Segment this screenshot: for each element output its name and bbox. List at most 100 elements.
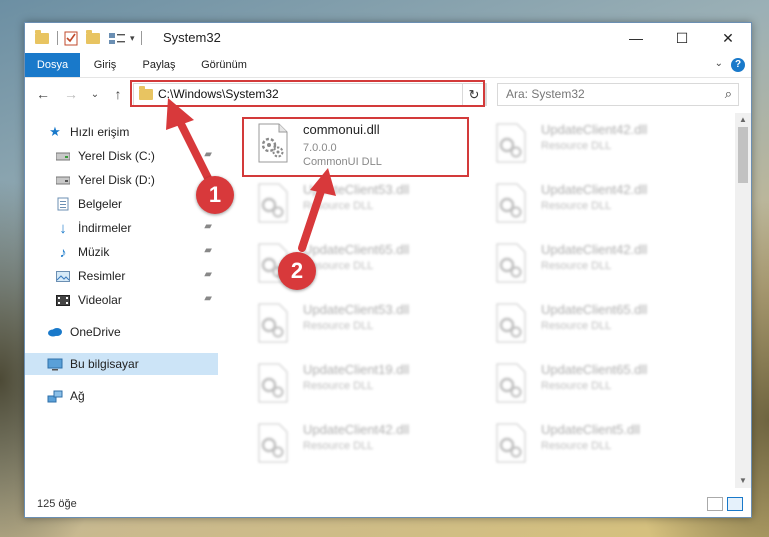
maximize-button[interactable]: ☐ [659, 23, 705, 53]
search-placeholder: Ara: System32 [506, 87, 585, 101]
file-tile[interactable]: UpdateClient19.dll Resource DLL [235, 355, 461, 409]
file-tile[interactable]: UpdateClient65.dll Resource DLL [235, 235, 461, 289]
step-callout-2: 2 [278, 252, 316, 290]
ribbon-tabs: Dosya Giriş Paylaş Görünüm ⌄ ? [25, 53, 751, 78]
tiles-view-icon[interactable] [727, 497, 743, 511]
sidebar-item-documents[interactable]: Belgeler ▰ [25, 193, 218, 215]
pin-icon[interactable]: ▰ [204, 293, 212, 304]
file-tile[interactable]: UpdateClient42.dll Resource DLL [473, 175, 699, 229]
quick-access-toolbar: ▾ [35, 29, 142, 47]
minimize-button[interactable]: — [613, 23, 659, 53]
file-tile[interactable]: UpdateClient42.dll Resource DLL [235, 415, 461, 469]
address-highlight-box [130, 80, 485, 107]
sidebar-item-label: Belgeler [78, 197, 123, 211]
window-title: System32 [163, 30, 221, 45]
file-tile[interactable]: UpdateClient5.dll Resource DLL [473, 415, 699, 469]
sidebar-item-label: Müzik [78, 245, 110, 259]
folder-icon[interactable] [35, 29, 49, 44]
help-icon[interactable]: ? [731, 58, 745, 72]
step-callout-1: 1 [196, 176, 234, 214]
dll-file-icon [496, 363, 526, 403]
tab-home[interactable]: Giriş [87, 53, 123, 77]
file-description: Resource DLL [303, 320, 374, 332]
sidebar-item-label: Resimler [78, 269, 126, 283]
tab-share[interactable]: Paylaş [137, 53, 181, 77]
up-arrow-icon[interactable]: ↑ [108, 84, 128, 104]
sidebar-item-pictures[interactable]: Resimler ▰ [25, 265, 218, 287]
sidebar-item-this-pc[interactable]: Bu bilgisayar [25, 353, 218, 375]
title-bar: ▾ System32 — ☐ ✕ [25, 23, 751, 53]
file-name: UpdateClient53.dll [303, 182, 410, 197]
pin-icon[interactable]: ▰ [204, 149, 212, 160]
file-name: UpdateClient42.dll [541, 242, 648, 257]
back-arrow-icon[interactable]: ← [33, 84, 53, 104]
file-name: UpdateClient53.dll [303, 302, 410, 317]
sidebar-item-label: Yerel Disk (C:) [78, 149, 155, 163]
recent-locations-icon[interactable]: ⌄ [88, 84, 102, 104]
dll-file-icon [496, 243, 526, 283]
documents-icon [55, 197, 71, 211]
file-tile[interactable]: UpdateClient65.dll Resource DLL [473, 295, 699, 349]
dll-file-icon [496, 183, 526, 223]
sidebar-item-network[interactable]: Ağ [25, 385, 218, 407]
vertical-scrollbar[interactable]: ▲ ▼ [735, 113, 751, 488]
file-description: Resource DLL [541, 320, 612, 332]
videos-icon [55, 293, 71, 307]
network-icon [47, 389, 63, 403]
sidebar-item-onedrive[interactable]: OneDrive [25, 321, 218, 343]
search-icon[interactable]: ⌕ [725, 86, 732, 102]
scrollbar-thumb[interactable] [738, 127, 748, 183]
rename-icon[interactable] [108, 31, 126, 45]
dll-file-icon [258, 363, 288, 403]
status-bar: 125 öğe [25, 492, 751, 517]
file-name: UpdateClient65.dll [541, 302, 648, 317]
file-description: Resource DLL [541, 200, 612, 212]
file-tile[interactable]: UpdateClient53.dll Resource DLL [235, 175, 461, 229]
sidebar-item-label: Hızlı erişim [70, 125, 130, 139]
music-icon: ♪ [59, 244, 67, 260]
file-tile[interactable]: UpdateClient65.dll Resource DLL [473, 355, 699, 409]
item-count: 125 öğe [37, 498, 77, 510]
dll-file-icon [258, 423, 288, 463]
details-view-icon[interactable] [707, 497, 723, 511]
file-description: Resource DLL [303, 440, 374, 452]
chevron-down-icon[interactable]: ⌄ [715, 58, 723, 69]
file-name: UpdateClient19.dll [303, 362, 410, 377]
search-input[interactable]: Ara: System32 ⌕ [497, 83, 739, 106]
sidebar-item-videos[interactable]: Videolar ▰ [25, 289, 218, 311]
new-folder-icon[interactable] [86, 29, 100, 44]
sidebar-item-local-disk-c[interactable]: Yerel Disk (C:) ▰ [25, 145, 218, 167]
file-name: UpdateClient42.dll [541, 122, 648, 137]
forward-arrow-icon[interactable]: → [61, 84, 81, 104]
dll-file-icon [496, 303, 526, 343]
cloud-icon [47, 325, 63, 339]
sidebar-item-music[interactable]: ♪ Müzik ▰ [25, 241, 218, 263]
file-description: Resource DLL [303, 380, 374, 392]
file-description: Resource DLL [541, 140, 612, 152]
drive-icon [55, 149, 71, 163]
pin-icon[interactable]: ▰ [204, 269, 212, 280]
file-description: Resource DLL [541, 380, 612, 392]
customize-toolbar-icon[interactable]: ▾ [130, 33, 135, 44]
file-tile[interactable]: UpdateClient42.dll Resource DLL [473, 115, 699, 169]
sidebar-item-local-disk-d[interactable]: Yerel Disk (D:) [25, 169, 218, 191]
pin-icon[interactable]: ▰ [204, 221, 212, 232]
sidebar-item-label: OneDrive [70, 325, 121, 339]
navigation-pane: ★ Hızlı erişim Yerel Disk (C:) ▰ Yerel D… [25, 113, 218, 488]
tab-view[interactable]: Görünüm [195, 53, 253, 77]
file-description: Resource DLL [541, 260, 612, 272]
file-name: UpdateClient42.dll [303, 422, 410, 437]
scroll-up-icon[interactable]: ▲ [735, 113, 751, 127]
close-button[interactable]: ✕ [705, 23, 751, 53]
file-tile[interactable]: UpdateClient53.dll Resource DLL [235, 295, 461, 349]
sidebar-item-downloads[interactable]: ↓ İndirmeler ▰ [25, 217, 218, 239]
sidebar-item-quick-access[interactable]: ★ Hızlı erişim [25, 121, 218, 143]
file-tile[interactable]: UpdateClient42.dll Resource DLL [473, 235, 699, 289]
pin-icon[interactable]: ▰ [204, 245, 212, 256]
drive-icon [55, 173, 71, 187]
computer-icon [47, 357, 63, 371]
scroll-down-icon[interactable]: ▼ [735, 474, 751, 488]
dll-file-icon [258, 303, 288, 343]
properties-icon[interactable] [64, 31, 78, 46]
tab-file[interactable]: Dosya [25, 53, 80, 77]
